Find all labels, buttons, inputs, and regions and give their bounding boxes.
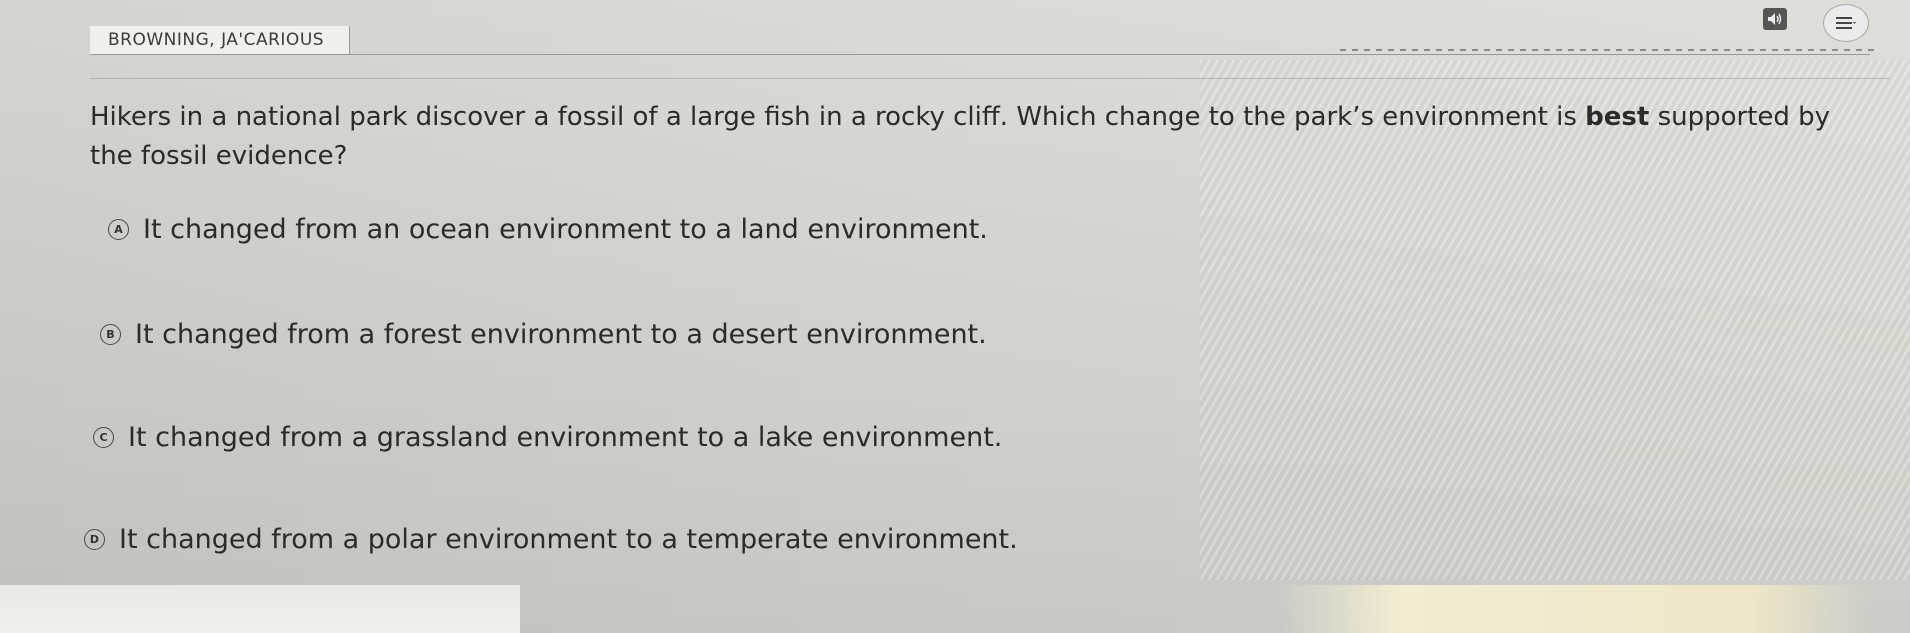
bottom-glare-left [0, 585, 520, 633]
speaker-button[interactable] [1763, 8, 1787, 30]
option-b-text: It changed from a forest environment to … [135, 319, 987, 350]
option-a-radio[interactable]: A [108, 219, 129, 240]
option-c-radio[interactable]: C [93, 427, 114, 448]
answer-option-b[interactable]: B It changed from a forest environment t… [100, 319, 987, 350]
hamburger-menu-icon [1836, 17, 1856, 29]
progress-dashes [1340, 49, 1880, 51]
option-a-text: It changed from an ocean environment to … [143, 214, 988, 245]
option-b-radio[interactable]: B [100, 324, 121, 345]
question-text-before: Hikers in a national park discover a fos… [90, 102, 1586, 132]
question-divider [90, 78, 1890, 79]
option-d-radio[interactable]: D [84, 529, 105, 550]
question-text: Hikers in a national park discover a fos… [90, 98, 1850, 176]
menu-button[interactable] [1823, 4, 1869, 42]
question-emphasis: best [1585, 102, 1650, 132]
option-c-text: It changed from a grassland environment … [128, 422, 1003, 453]
answer-option-d[interactable]: D It changed from a polar environment to… [84, 524, 1018, 555]
speaker-icon [1768, 13, 1782, 25]
option-d-text: It changed from a polar environment to a… [119, 524, 1018, 555]
student-name: BROWNING, JA'CARIOUS [90, 26, 350, 54]
bottom-glare-right [1280, 585, 1870, 633]
header-divider [90, 54, 1870, 55]
answer-option-a[interactable]: A It changed from an ocean environment t… [108, 214, 988, 245]
screen-background: BROWNING, JA'CARIOUS Hikers in a nationa… [0, 0, 1910, 633]
answer-option-c[interactable]: C It changed from a grassland environmen… [93, 422, 1002, 453]
